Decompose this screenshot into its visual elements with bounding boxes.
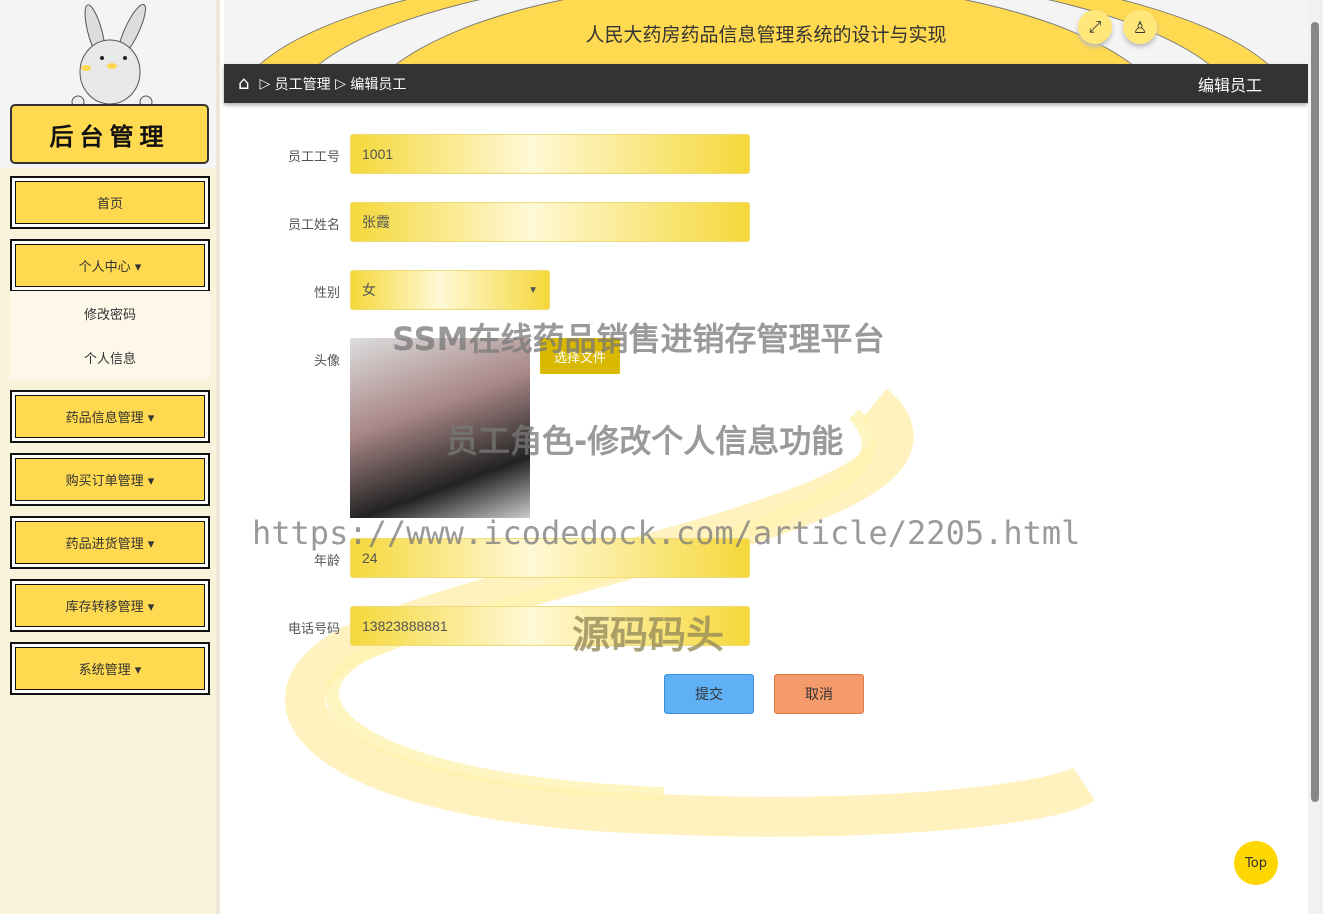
breadcrumb-edit-employee: 编辑员工	[350, 76, 407, 93]
logo-area: 后台管理	[0, 0, 216, 168]
bunny-logo-icon	[71, 3, 153, 108]
sidebar-item-label: 药品信息管理 ▾	[15, 395, 205, 438]
sidebar-item-label: 首页	[15, 181, 205, 224]
sidebar-item-home[interactable]: 首页	[10, 176, 210, 229]
sidebar-item-label: 药品进货管理 ▾	[15, 521, 205, 564]
breadcrumb-separator: ▷	[330, 75, 351, 92]
watermark: SSM在线药品销售进销存管理平台	[392, 320, 885, 358]
back-to-top-button[interactable]: Top	[1234, 841, 1278, 885]
field-label: 电话号码	[287, 622, 340, 637]
sidebar-item-orders[interactable]: 购买订单管理 ▾	[10, 453, 210, 506]
sidebar-item-system[interactable]: 系统管理 ▾	[10, 642, 210, 695]
sidebar-item-purchase[interactable]: 药品进货管理 ▾	[10, 516, 210, 569]
cancel-button[interactable]: 取消	[774, 674, 864, 714]
page-title: 编辑员工	[1197, 75, 1262, 95]
edit-employee-form: 员工工号 1001 员工姓名 张霞 性别 女 ▼ 头像 选择文件 年龄 24 电话…	[224, 104, 1308, 914]
employee-id-input[interactable]: 1001	[350, 134, 750, 174]
sidebar-item-inventory[interactable]: 库存转移管理 ▾	[10, 579, 210, 632]
breadcrumb-employee-management[interactable]: 员工管理	[275, 74, 331, 94]
sidebar-item-label: 系统管理 ▾	[15, 647, 205, 690]
fullscreen-icon[interactable]: ⤢	[1078, 10, 1112, 44]
sidebar: 后台管理 首页 个人中心 ▾ 修改密码 个人信息 药品信息管理 ▾ 购买订单管理…	[0, 0, 220, 914]
breadcrumb-separator: ▷	[259, 75, 275, 92]
watermark: 源码码头	[572, 613, 725, 657]
sidebar-subitem-change-password[interactable]: 修改密码	[10, 291, 210, 335]
scrollbar[interactable]	[1308, 0, 1323, 914]
sidebar-item-drug-info[interactable]: 药品信息管理 ▾	[10, 390, 210, 443]
watermark: https://www.icodedock.com/article/2205.h…	[252, 514, 1081, 552]
sidebar-item-label: 库存转移管理 ▾	[15, 584, 205, 627]
user-icon[interactable]: ♙	[1123, 10, 1157, 44]
home-icon[interactable]: ⌂	[238, 73, 249, 94]
watermark: 员工角色-修改个人信息功能	[446, 422, 844, 460]
sidebar-item-label: 购买订单管理 ▾	[15, 458, 205, 501]
submit-button[interactable]: 提交	[664, 674, 754, 714]
employee-name-input[interactable]: 张霞	[350, 202, 750, 242]
field-label: 年龄	[313, 554, 340, 569]
logo-sign: 后台管理	[10, 104, 209, 164]
sidebar-item-label: 个人中心 ▾	[15, 244, 205, 287]
field-label: 性别	[313, 286, 340, 301]
field-label: 员工姓名	[287, 218, 340, 233]
chevron-down-icon: ▼	[528, 284, 538, 296]
field-label: 头像	[313, 354, 340, 369]
sidebar-subitem-personal-info[interactable]: 个人信息	[10, 335, 210, 379]
sidebar-item-personal-center[interactable]: 个人中心 ▾	[10, 239, 210, 292]
scrollbar-thumb[interactable]	[1311, 22, 1319, 802]
gender-value: 女	[362, 282, 376, 298]
gender-select[interactable]: 女 ▼	[350, 270, 550, 310]
breadcrumb: ⌂ ▷ 员工管理 ▷ 编辑员工 编辑员工	[224, 64, 1308, 103]
header: 人民大药房药品信息管理系统的设计与实现 ⤢ ♙	[224, 0, 1308, 64]
field-label: 员工工号	[287, 150, 340, 165]
